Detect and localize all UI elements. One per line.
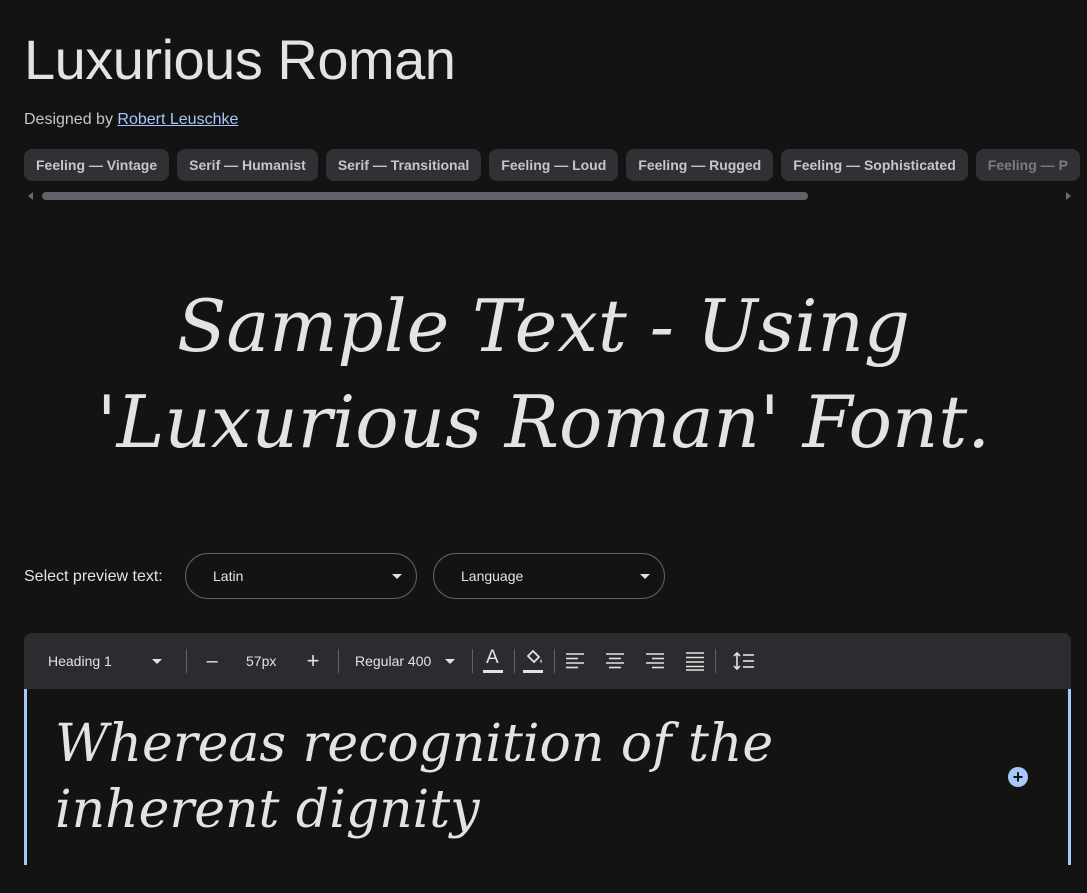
chevron-down-icon (640, 574, 650, 579)
script-select[interactable]: Latin (185, 553, 417, 599)
toolbar-divider (338, 649, 339, 673)
sample-line-2: 'Luxurious Roman' Font. (96, 380, 991, 464)
toolbar-divider (514, 649, 515, 673)
tag-scrollbar[interactable] (24, 190, 1071, 202)
text-color-bar (483, 670, 503, 673)
fill-bucket-svg (526, 649, 542, 664)
sample-text: Sample Text - Using 'Luxurious Roman' Fo… (0, 278, 1087, 470)
designer-link[interactable]: Robert Leuschke (117, 111, 238, 128)
editor-text[interactable]: Whereas recognition of the inherent dign… (55, 711, 955, 843)
fill-color-icon[interactable] (523, 633, 545, 689)
font-weight-select[interactable]: Regular 400 (355, 633, 459, 689)
toolbar-divider (472, 649, 473, 673)
chevron-down-icon (152, 659, 162, 664)
add-circle-icon[interactable]: + (1008, 767, 1028, 787)
text-style-value: Heading 1 (48, 653, 112, 669)
language-select-value: Language (461, 568, 524, 584)
tag-chip[interactable]: Feeling — Vintage (24, 149, 170, 181)
font-title: Luxurious Roman (24, 28, 456, 91)
line-height-icon[interactable] (733, 633, 755, 689)
designer-line: Designed by Robert Leuschke (24, 111, 238, 129)
designed-by-label: Designed by (24, 111, 113, 128)
tag-chip[interactable]: Feeling — Sophisticated (781, 149, 968, 181)
align-justify-icon[interactable] (685, 633, 705, 689)
script-select-value: Latin (213, 568, 244, 584)
tag-chip[interactable]: Feeling — Rugged (626, 149, 774, 181)
scroll-thumb[interactable] (42, 192, 808, 200)
preview-editor[interactable]: Whereas recognition of the inherent dign… (24, 689, 1071, 865)
toolbar-divider (186, 649, 187, 673)
align-right-icon[interactable] (645, 633, 665, 689)
text-color-icon[interactable]: A (483, 633, 503, 689)
language-select[interactable]: Language (433, 553, 665, 599)
chevron-down-icon (445, 659, 455, 664)
font-size-value[interactable]: 57px (246, 633, 276, 689)
increase-size-button[interactable]: + (305, 633, 321, 689)
text-style-select[interactable]: Heading 1 (48, 633, 166, 689)
tag-chip[interactable]: Serif — Transitional (325, 149, 482, 181)
fill-color-bar (523, 670, 543, 673)
scroll-left-icon[interactable] (28, 192, 33, 200)
tag-chip[interactable]: Serif — Humanist (177, 149, 318, 181)
align-left-icon[interactable] (565, 633, 585, 689)
toolbar-divider (554, 649, 555, 673)
editor-toolbar: Heading 1 – 57px + Regular 400 A (24, 633, 1071, 689)
decrease-size-button[interactable]: – (204, 633, 220, 689)
align-center-icon[interactable] (605, 633, 625, 689)
chevron-down-icon (392, 574, 402, 579)
font-weight-value: Regular 400 (355, 653, 432, 669)
text-color-glyph: A (486, 647, 499, 668)
tag-chip[interactable]: Feeling — P (975, 149, 1080, 181)
scroll-right-icon[interactable] (1066, 192, 1071, 200)
tag-chip[interactable]: Feeling — Loud (489, 149, 619, 181)
preview-text-label: Select preview text: (24, 568, 163, 585)
tag-list: Feeling — Vintage Serif — Humanist Serif —… (24, 149, 1087, 183)
toolbar-divider (715, 649, 716, 673)
sample-line-1: Sample Text - Using (177, 284, 910, 368)
